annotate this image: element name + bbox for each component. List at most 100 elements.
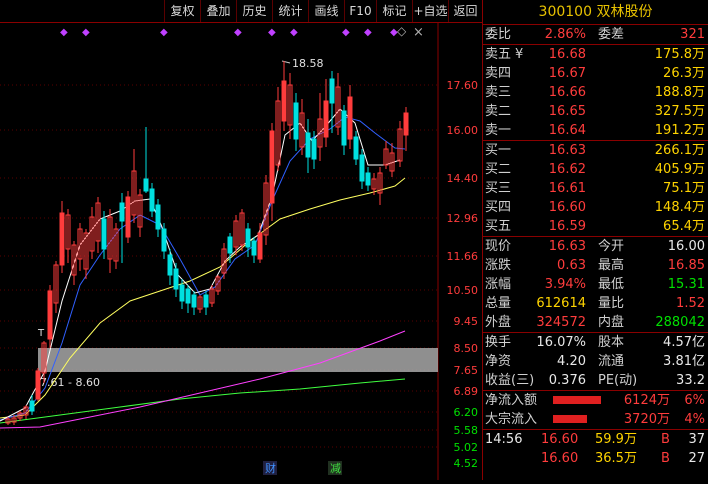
price-tick: 5.02 <box>454 441 479 454</box>
kline-chart[interactable]: 17.60 16.00 14.40 12.96 11.66 10.50 9.45… <box>0 23 482 480</box>
bid-label: 买二 <box>485 162 512 177</box>
block-inflow-value: 3720万 <box>623 412 670 427</box>
ask-row: 卖一 16.64 191.2万 <box>483 121 708 140</box>
financial-report-icon: 财 <box>265 461 276 475</box>
bid-volume: 75.1万 <box>663 181 705 196</box>
high-label: 最高 <box>598 258 625 273</box>
ask-label: 卖四 <box>485 66 512 81</box>
svg-text:◆: ◆ <box>82 27 90 38</box>
ask-volume: 188.8万 <box>654 85 705 100</box>
low-label: 最低 <box>598 277 625 292</box>
inner-disk-value: 288042 <box>655 315 705 330</box>
change-pct-value: 3.94% <box>544 277 586 292</box>
block-inflow-bar <box>553 415 587 423</box>
tick-volume: 36.5万 <box>595 451 637 466</box>
stock-title[interactable]: 300100 双林股份 <box>483 0 708 25</box>
back-button[interactable]: 返回 <box>448 0 482 22</box>
open-label: 今开 <box>598 239 625 254</box>
reduction-icon: 减 <box>330 462 341 475</box>
price-tick: 11.66 <box>447 250 479 263</box>
ask-label: 卖五 <box>485 47 512 62</box>
bid-volume: 266.1万 <box>654 143 705 158</box>
tick-price: 16.60 <box>541 432 579 447</box>
history-button[interactable]: 历史 <box>236 0 272 22</box>
block-inflow-pct: 4% <box>684 412 705 427</box>
price-tick: 6.20 <box>454 406 479 419</box>
outer-disk-label: 外盘 <box>485 315 512 330</box>
ask-label: 卖二 <box>485 104 512 119</box>
net-inflow-bar <box>553 396 601 404</box>
bid-label: 买五 <box>485 219 512 234</box>
kline-chart-area[interactable]: 17.60 16.00 14.40 12.96 11.66 10.50 9.45… <box>0 23 482 480</box>
flow-row: 大宗流入 3720万 4% <box>483 410 708 429</box>
price-tick: 9.45 <box>454 315 479 328</box>
restore-rights-button[interactable]: 复权 <box>164 0 200 22</box>
tick-row: 14:56 16.60 59.9万 B 37 <box>483 430 708 449</box>
svg-text:◆: ◆ <box>234 27 242 38</box>
svg-text:◆: ◆ <box>342 27 350 38</box>
svg-text:◆: ◆ <box>364 27 372 38</box>
ask-label: 卖三 <box>485 85 512 100</box>
total-volume-value: 612614 <box>536 296 586 311</box>
turnover-value: 16.07% <box>536 335 586 350</box>
svg-text:◆: ◆ <box>268 27 276 38</box>
bid-label: 买一 <box>485 143 512 158</box>
bid-price[interactable]: 16.63 <box>549 141 586 160</box>
weibi-value: 2.86% <box>544 27 586 42</box>
price-tick: 14.40 <box>447 172 479 185</box>
tick-count: 37 <box>688 432 705 447</box>
ask-price[interactable]: 16.66 <box>549 83 586 102</box>
add-watchlist-button[interactable]: +自选 <box>412 0 448 22</box>
weibi-row: 委比 2.86% 委差 321 <box>483 25 708 44</box>
float-value: 3.81亿 <box>663 354 705 369</box>
quote-panel: 300100 双林股份 委比 2.86% 委差 321 卖五 ¥ 16.68 1… <box>482 0 708 480</box>
weibi-label: 委比 <box>485 27 512 42</box>
svg-text:◆: ◆ <box>290 27 298 38</box>
bid-price[interactable]: 16.61 <box>549 179 586 198</box>
bid-price[interactable]: 16.62 <box>549 160 586 179</box>
bid-price[interactable]: 16.59 <box>549 217 586 236</box>
mark-button[interactable]: 标记 <box>376 0 412 22</box>
price-tick: 10.50 <box>447 284 479 297</box>
turnover-label: 换手 <box>485 335 512 350</box>
price-tick: 16.00 <box>447 124 479 137</box>
tick-side: B <box>661 451 670 466</box>
draw-line-button[interactable]: 画线 <box>308 0 344 22</box>
bid-row: 买三 16.61 75.1万 <box>483 179 708 198</box>
ask-price[interactable]: 16.65 <box>549 102 586 121</box>
ask-volume: 191.2万 <box>654 123 705 138</box>
pe-value: 33.2 <box>676 373 705 388</box>
bid-label: 买四 <box>485 200 512 215</box>
weicha-label: 委差 <box>598 27 625 42</box>
bid-row: 买五 16.59 65.4万 <box>483 217 708 236</box>
ask-row: 卖五 ¥ 16.68 175.8万 <box>483 45 708 64</box>
stat-row: 涨幅 3.94% 最低 15.31 <box>483 275 708 294</box>
yen-icon: ¥ <box>515 47 524 62</box>
tick-side: B <box>661 432 670 447</box>
statistics-button[interactable]: 统计 <box>272 0 308 22</box>
svg-text:◆: ◆ <box>390 27 398 38</box>
stat-row: 净资 4.20 流通 3.81亿 <box>483 352 708 371</box>
ask-price[interactable]: 16.67 <box>549 64 586 83</box>
current-price-value: 16.63 <box>548 239 586 254</box>
ask-price[interactable]: 16.64 <box>549 121 586 140</box>
f10-button[interactable]: F10 <box>344 0 376 22</box>
price-tick: 6.89 <box>454 385 479 398</box>
overlay-button[interactable]: 叠加 <box>200 0 236 22</box>
ask-price[interactable]: 16.68 <box>549 45 586 64</box>
float-label: 流通 <box>598 354 625 369</box>
volume-ratio-label: 量比 <box>598 296 625 311</box>
price-tick: 7.65 <box>454 364 479 377</box>
close-icon[interactable]: × <box>413 25 424 40</box>
ask-row: 卖二 16.65 327.5万 <box>483 102 708 121</box>
diamond-icon[interactable]: ◇ <box>397 24 407 38</box>
svg-text:◆: ◆ <box>160 27 168 38</box>
bid-price[interactable]: 16.60 <box>549 198 586 217</box>
ask-volume: 175.8万 <box>654 47 705 62</box>
tick-volume: 59.9万 <box>595 432 637 447</box>
bid-volume: 148.4万 <box>654 200 705 215</box>
block-inflow-label: 大宗流入 <box>485 412 538 427</box>
ask-row: 卖三 16.66 188.8万 <box>483 83 708 102</box>
total-volume-label: 总量 <box>485 296 512 311</box>
stat-row: 外盘 324572 内盘 288042 <box>483 313 708 332</box>
